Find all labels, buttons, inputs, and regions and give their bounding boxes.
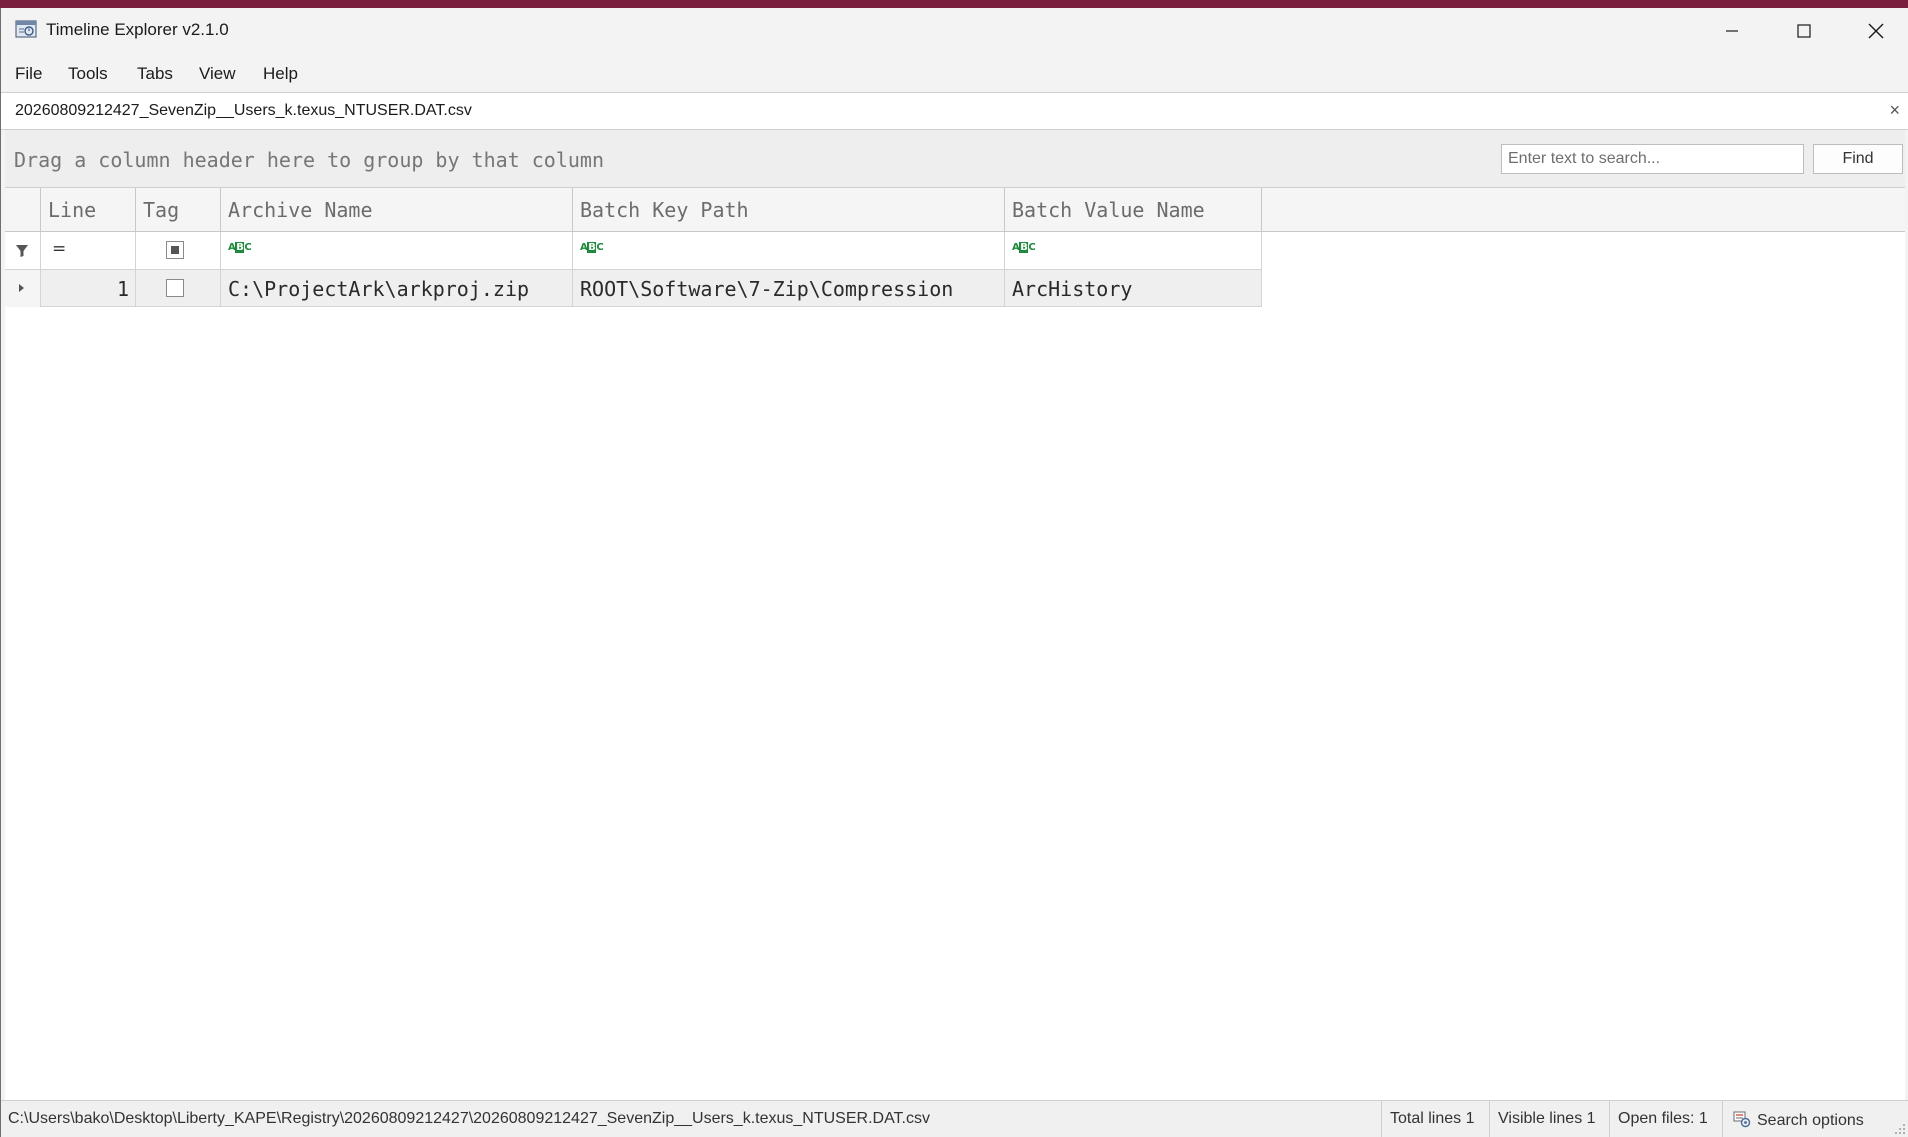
column-header-line[interactable]: Line	[41, 188, 136, 232]
title-bar: Timeline Explorer v2.1.0	[1, 8, 1908, 54]
menu-help[interactable]: Help	[263, 64, 298, 84]
file-tab-label[interactable]: 20260809212427_SevenZip__Users_k.texus_N…	[15, 102, 472, 120]
abc-text-filter-icon[interactable]: ABC	[1012, 242, 1036, 253]
resize-grip-icon[interactable]	[1894, 1123, 1906, 1135]
menu-file[interactable]: File	[15, 64, 42, 84]
close-icon	[1868, 23, 1884, 39]
status-total-lines: Total lines 1	[1381, 1101, 1483, 1137]
menu-tabs[interactable]: Tabs	[137, 64, 173, 84]
filter-batch-key-path[interactable]: ABC	[573, 232, 1005, 270]
search-options-button[interactable]: Search options	[1722, 1101, 1872, 1137]
abc-text-filter-icon[interactable]: ABC	[580, 242, 604, 253]
row-indicator[interactable]	[5, 270, 41, 307]
minimize-button[interactable]	[1696, 8, 1768, 54]
filter-archive-name[interactable]: ABC	[221, 232, 573, 270]
status-open-files: Open files: 1	[1609, 1101, 1716, 1137]
cell-line[interactable]: 1	[41, 270, 136, 307]
close-window-button[interactable]	[1840, 8, 1908, 54]
column-header-archive-name[interactable]: Archive Name	[221, 188, 573, 232]
file-tab[interactable]: 20260809212427_SevenZip__Users_k.texus_N…	[1, 92, 1908, 130]
cell-archive-name[interactable]: C:\ProjectArk\arkproj.zip	[221, 270, 573, 307]
tag-checkbox[interactable]	[166, 279, 184, 297]
filter-row-indicator	[5, 232, 41, 270]
filter-row: = ABC ABC ABC	[5, 232, 1262, 270]
status-visible-lines: Visible lines 1	[1489, 1101, 1604, 1137]
cell-tag[interactable]	[136, 270, 221, 307]
tab-close-icon[interactable]: ×	[1889, 100, 1900, 121]
abc-text-filter-icon[interactable]: ABC	[228, 242, 252, 253]
maximize-button[interactable]	[1768, 8, 1840, 54]
maximize-icon	[1797, 24, 1811, 38]
filter-batch-value-name[interactable]: ABC	[1005, 232, 1262, 270]
menu-view[interactable]: View	[199, 64, 236, 84]
status-bar: C:\Users\bako\Desktop\Liberty_KAPE\Regis…	[1, 1100, 1908, 1137]
group-by-hint: Drag a column header here to group by th…	[14, 148, 605, 172]
menu-tools[interactable]: Tools	[68, 64, 108, 84]
table-row[interactable]: 1 C:\ProjectArk\arkproj.zip ROOT\Softwar…	[5, 270, 1262, 307]
find-button[interactable]: Find	[1813, 144, 1903, 174]
column-header-tag[interactable]: Tag	[136, 188, 221, 232]
app-window: Timeline Explorer v2.1.0 File Tools Tabs…	[0, 8, 1908, 1137]
filter-icon	[16, 245, 28, 257]
menu-bar: File Tools Tabs View Help	[1, 54, 1908, 92]
column-header-row: Line Tag Archive Name Batch Key Path Bat…	[5, 188, 1905, 232]
search-options-label[interactable]: Search options	[1757, 1112, 1864, 1129]
filter-line[interactable]: =	[41, 232, 136, 270]
app-logo-icon	[15, 20, 37, 38]
search-options-icon	[1733, 1111, 1751, 1128]
cell-batch-key-path[interactable]: ROOT\Software\7-Zip\Compression	[573, 270, 1005, 307]
expand-row-icon[interactable]	[18, 283, 26, 293]
window-title: Timeline Explorer v2.1.0	[46, 20, 229, 39]
column-header-batch-value-name[interactable]: Batch Value Name	[1005, 188, 1262, 232]
filter-tag[interactable]	[136, 232, 221, 270]
group-by-panel[interactable]: Drag a column header here to group by th…	[5, 130, 1905, 188]
search-input[interactable]	[1501, 144, 1804, 174]
cell-batch-value-name[interactable]: ArcHistory	[1005, 270, 1262, 307]
data-grid: Line Tag Archive Name Batch Key Path Bat…	[5, 188, 1905, 1108]
tag-filter-checkbox[interactable]	[166, 241, 184, 259]
column-header-batch-key-path[interactable]: Batch Key Path	[573, 188, 1005, 232]
row-indicator-header	[5, 188, 41, 232]
minimize-icon	[1726, 30, 1738, 32]
status-file-path: C:\Users\bako\Desktop\Liberty_KAPE\Regis…	[8, 1110, 930, 1127]
filter-equals-operator[interactable]: =	[52, 239, 66, 259]
